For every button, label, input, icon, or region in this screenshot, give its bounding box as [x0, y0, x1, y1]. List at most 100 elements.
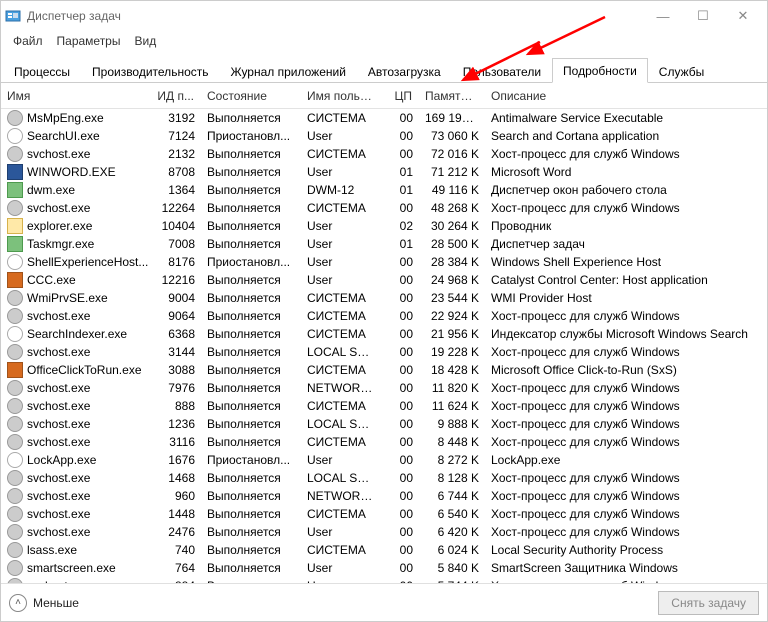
cell-name: svchost.exe: [1, 398, 151, 414]
table-row[interactable]: explorer.exe10404ВыполняетсяUser0230 264…: [1, 217, 767, 235]
tab-users[interactable]: Пользователи: [452, 59, 552, 83]
table-row[interactable]: MsMpEng.exe3192ВыполняетсяСИСТЕМА00169 1…: [1, 109, 767, 127]
cell-description: Хост-процесс для служб Windows: [485, 345, 767, 359]
process-name: svchost.exe: [27, 525, 90, 539]
table-row[interactable]: OfficeClickToRun.exe3088ВыполняетсяСИСТЕ…: [1, 361, 767, 379]
process-name: svchost.exe: [27, 147, 90, 161]
cell-description: Хост-процесс для служб Windows: [485, 147, 767, 161]
cell-description: Search and Cortana application: [485, 129, 767, 143]
table-row[interactable]: SearchUI.exe7124Приостановл...User0073 0…: [1, 127, 767, 145]
col-name[interactable]: Имя: [1, 85, 151, 107]
cell-state: Выполняется: [201, 381, 301, 395]
process-name: svchost.exe: [27, 381, 90, 395]
cell-user: СИСТЕМА: [301, 201, 379, 215]
cell-pid: 9064: [151, 309, 201, 323]
tab-startup[interactable]: Автозагрузка: [357, 59, 452, 83]
process-icon: [7, 290, 23, 306]
cell-state: Приостановл...: [201, 129, 301, 143]
cell-description: Catalyst Control Center: Host applicatio…: [485, 273, 767, 287]
process-grid[interactable]: MsMpEng.exe3192ВыполняетсяСИСТЕМА00169 1…: [1, 109, 767, 583]
fewer-details-button[interactable]: ˄ Меньше: [9, 594, 79, 612]
cell-cpu: 00: [379, 309, 419, 323]
table-row[interactable]: LockApp.exe1676Приостановл...User008 272…: [1, 451, 767, 469]
table-row[interactable]: lsass.exe740ВыполняетсяСИСТЕМА006 024 KL…: [1, 541, 767, 559]
cell-name: WmiPrvSE.exe: [1, 290, 151, 306]
table-row[interactable]: svchost.exe2132ВыполняетсяСИСТЕМА0072 01…: [1, 145, 767, 163]
menu-options[interactable]: Параметры: [51, 32, 127, 50]
process-icon: [7, 344, 23, 360]
menu-file[interactable]: Файл: [7, 32, 49, 50]
cell-name: Taskmgr.exe: [1, 236, 151, 252]
process-icon: [7, 254, 23, 270]
tab-details[interactable]: Подробности: [552, 58, 648, 83]
table-row[interactable]: svchost.exe960ВыполняетсяNETWORK...006 7…: [1, 487, 767, 505]
tab-strip: Процессы Производительность Журнал прило…: [1, 57, 767, 83]
cell-user: СИСТЕМА: [301, 435, 379, 449]
cell-state: Выполняется: [201, 561, 301, 575]
table-row[interactable]: dwm.exe1364ВыполняетсяDWM-120149 116 KДи…: [1, 181, 767, 199]
table-row[interactable]: svchost.exe12264ВыполняетсяСИСТЕМА0048 2…: [1, 199, 767, 217]
process-icon: [7, 218, 23, 234]
process-icon: [7, 524, 23, 540]
process-name: dwm.exe: [27, 183, 75, 197]
process-icon: [7, 110, 23, 126]
process-name: svchost.exe: [27, 435, 90, 449]
cell-state: Выполняется: [201, 435, 301, 449]
minimize-button[interactable]: —: [643, 2, 683, 30]
col-pid[interactable]: ИД п...: [151, 85, 201, 107]
table-row[interactable]: svchost.exe1448ВыполняетсяСИСТЕМА006 540…: [1, 505, 767, 523]
end-task-button[interactable]: Снять задачу: [658, 591, 759, 615]
tab-processes[interactable]: Процессы: [3, 59, 81, 83]
cell-name: svchost.exe: [1, 308, 151, 324]
cell-memory: 48 268 K: [419, 201, 485, 215]
cell-memory: 73 060 K: [419, 129, 485, 143]
maximize-button[interactable]: ☐: [683, 2, 723, 30]
cell-state: Приостановл...: [201, 255, 301, 269]
process-icon: [7, 398, 23, 414]
cell-description: Хост-процесс для служб Windows: [485, 309, 767, 323]
cell-state: Выполняется: [201, 327, 301, 341]
process-name: svchost.exe: [27, 309, 90, 323]
table-row[interactable]: ShellExperienceHost...8176Приостановл...…: [1, 253, 767, 271]
cell-name: lsass.exe: [1, 542, 151, 558]
tab-services[interactable]: Службы: [648, 59, 715, 83]
table-row[interactable]: svchost.exe7976ВыполняетсяNETWORK...0011…: [1, 379, 767, 397]
cell-memory: 6 420 K: [419, 525, 485, 539]
cell-user: User: [301, 525, 379, 539]
cell-pid: 3088: [151, 363, 201, 377]
tab-apphistory[interactable]: Журнал приложений: [220, 59, 357, 83]
cell-cpu: 00: [379, 363, 419, 377]
tab-performance[interactable]: Производительность: [81, 59, 219, 83]
col-user[interactable]: Имя польз...: [301, 85, 379, 107]
table-row[interactable]: svchost.exe888ВыполняетсяСИСТЕМА0011 624…: [1, 397, 767, 415]
fewer-label: Меньше: [33, 596, 79, 610]
cell-cpu: 00: [379, 381, 419, 395]
table-row[interactable]: CCC.exe12216ВыполняетсяUser0024 968 KCat…: [1, 271, 767, 289]
table-row[interactable]: svchost.exe1236ВыполняетсяLOCAL SE...009…: [1, 415, 767, 433]
close-button[interactable]: ✕: [723, 2, 763, 30]
table-row[interactable]: svchost.exe9064ВыполняетсяСИСТЕМА0022 92…: [1, 307, 767, 325]
col-memory[interactable]: Память (ч...▼: [419, 85, 485, 107]
table-row[interactable]: smartscreen.exe764ВыполняетсяUser005 840…: [1, 559, 767, 577]
table-row[interactable]: Taskmgr.exe7008ВыполняетсяUser0128 500 K…: [1, 235, 767, 253]
table-row[interactable]: svchost.exe2476ВыполняетсяUser006 420 KХ…: [1, 523, 767, 541]
table-row[interactable]: SearchIndexer.exe6368ВыполняетсяСИСТЕМА0…: [1, 325, 767, 343]
cell-name: ShellExperienceHost...: [1, 254, 151, 270]
table-row[interactable]: WINWORD.EXE8708ВыполняетсяUser0171 212 K…: [1, 163, 767, 181]
table-row[interactable]: WmiPrvSE.exe9004ВыполняетсяСИСТЕМА0023 5…: [1, 289, 767, 307]
col-description[interactable]: Описание: [485, 85, 751, 107]
menu-view[interactable]: Вид: [128, 32, 162, 50]
col-state[interactable]: Состояние: [201, 85, 301, 107]
table-row[interactable]: svchost.exe1468ВыполняетсяLOCAL SE...008…: [1, 469, 767, 487]
cell-memory: 49 116 K: [419, 183, 485, 197]
col-cpu[interactable]: ЦП: [379, 85, 419, 107]
process-name: OfficeClickToRun.exe: [27, 363, 142, 377]
cell-pid: 3192: [151, 111, 201, 125]
table-row[interactable]: svchost.exe3144ВыполняетсяLOCAL SE...001…: [1, 343, 767, 361]
process-name: svchost.exe: [27, 471, 90, 485]
process-icon: [7, 164, 23, 180]
cell-user: User: [301, 273, 379, 287]
cell-pid: 7008: [151, 237, 201, 251]
table-row[interactable]: svchost.exe3116ВыполняетсяСИСТЕМА008 448…: [1, 433, 767, 451]
process-name: svchost.exe: [27, 417, 90, 431]
